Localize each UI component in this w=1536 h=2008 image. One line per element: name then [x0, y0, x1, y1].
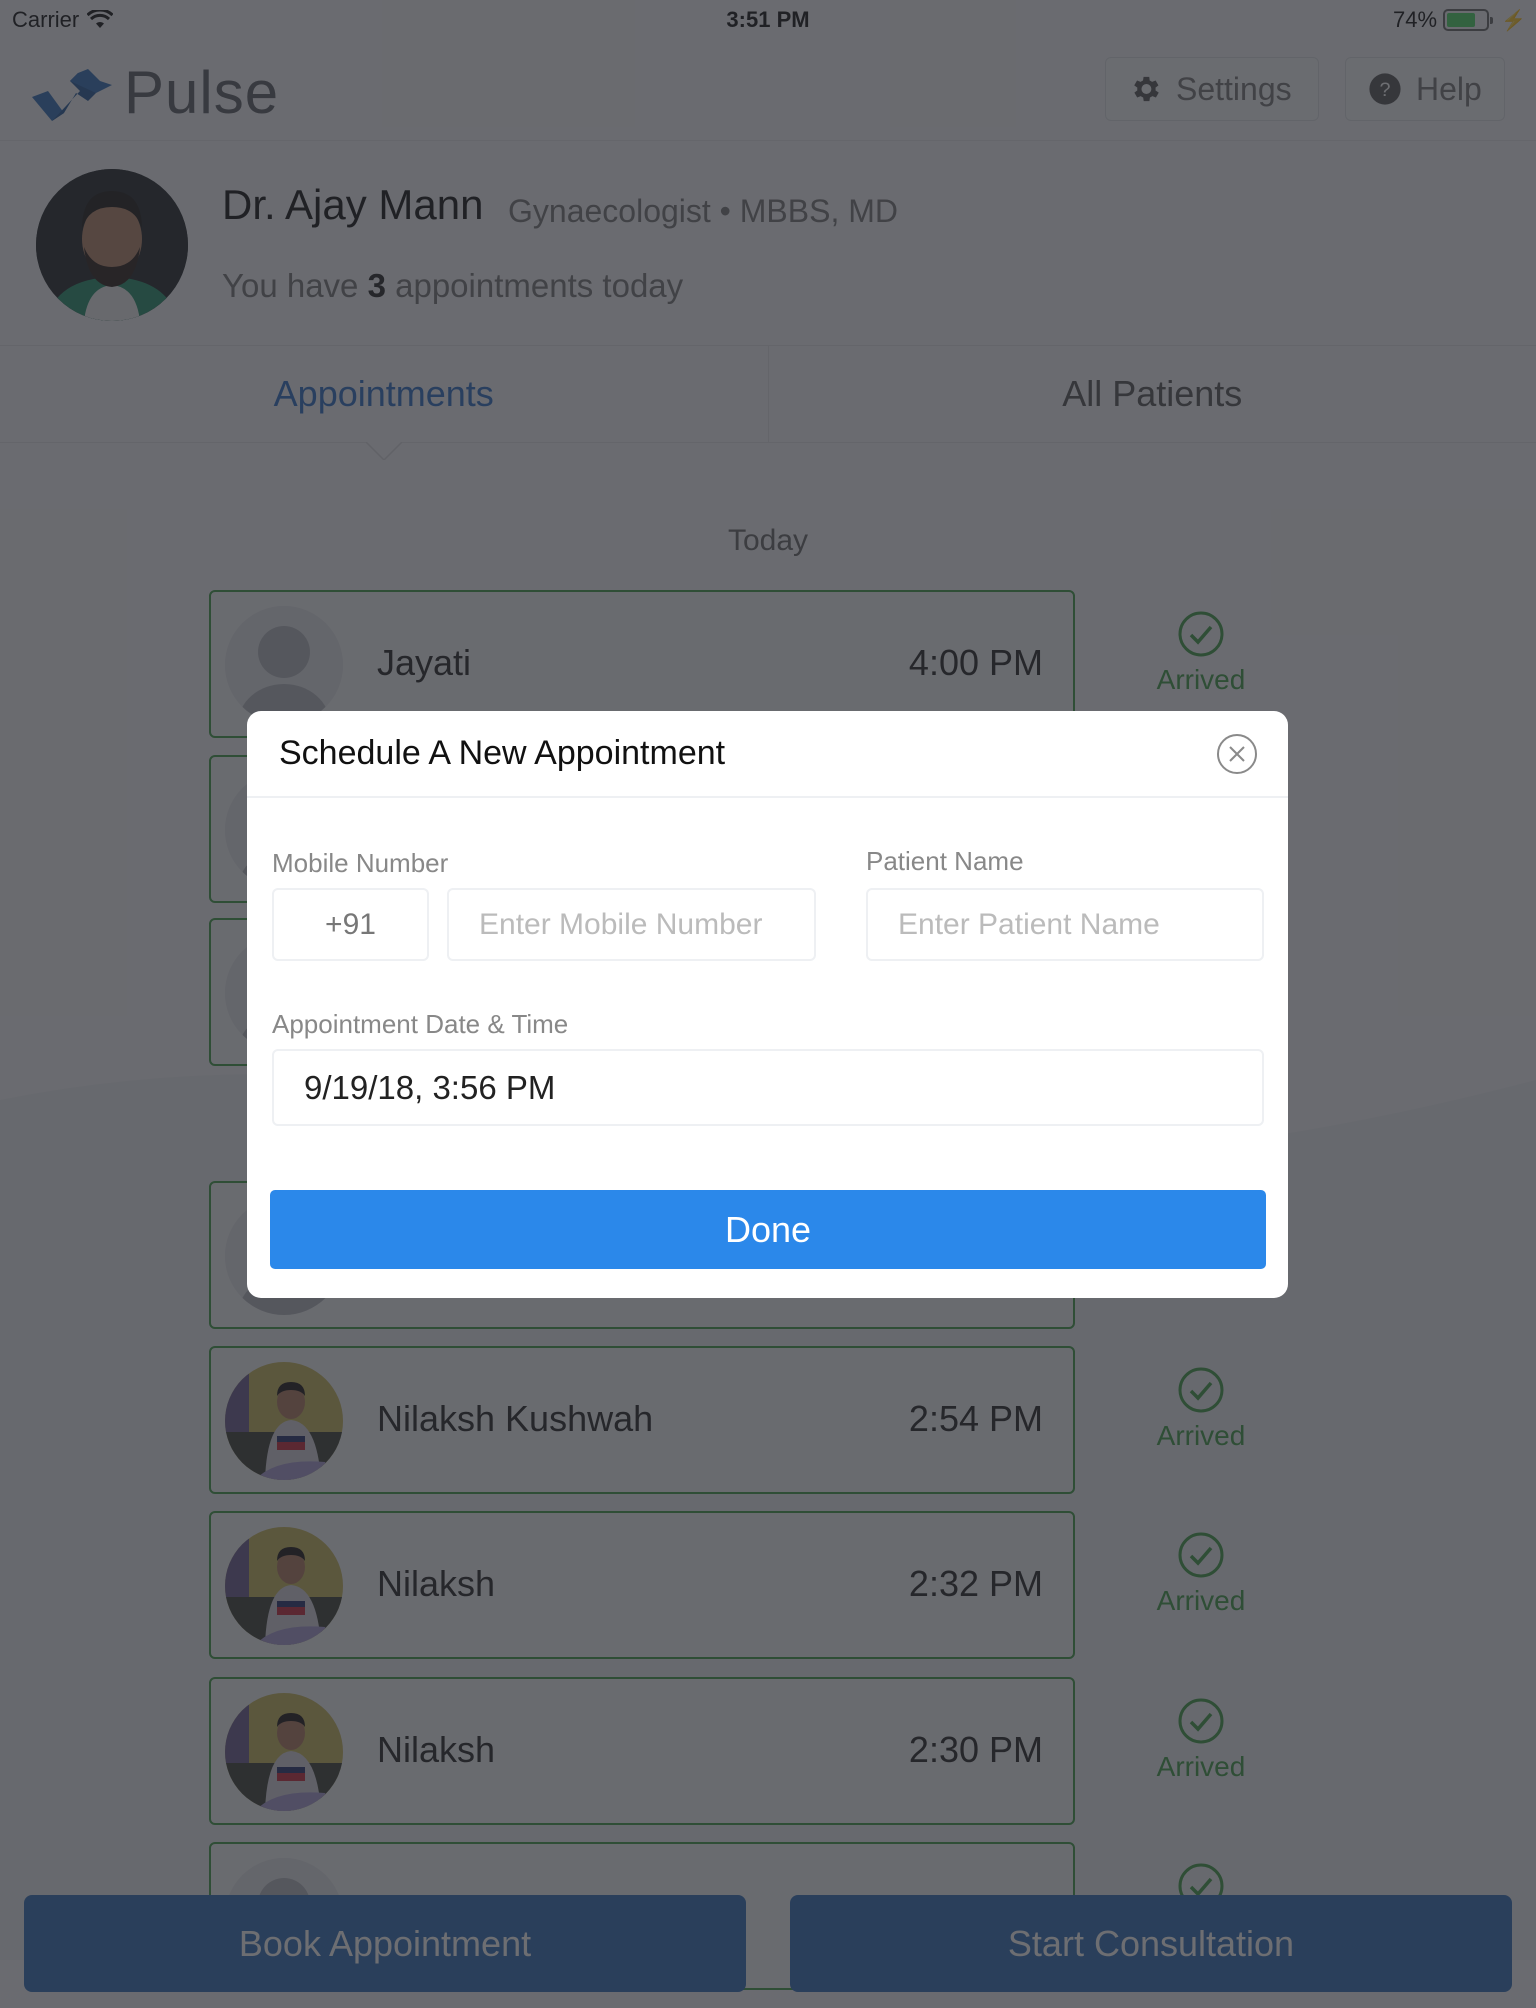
country-code-field[interactable]: +91	[272, 888, 429, 961]
done-button[interactable]: Done	[270, 1190, 1266, 1269]
close-icon[interactable]	[1216, 733, 1258, 775]
patient-name-input[interactable]: Enter Patient Name	[866, 888, 1264, 961]
appointment-datetime-label: Appointment Date & Time	[272, 1009, 569, 1039]
appointment-datetime-field[interactable]: 9/19/18, 3:56 PM	[272, 1049, 1264, 1126]
schedule-appointment-dialog: Schedule A New Appointment Mobile Number…	[247, 711, 1288, 1298]
mobile-number-input[interactable]: Enter Mobile Number	[447, 888, 816, 961]
patient-name-label: Patient Name	[866, 846, 1024, 876]
mobile-number-label: Mobile Number	[272, 848, 449, 878]
dialog-title: Schedule A New Appointment	[279, 734, 726, 772]
dialog-header: Schedule A New Appointment	[247, 711, 1288, 798]
